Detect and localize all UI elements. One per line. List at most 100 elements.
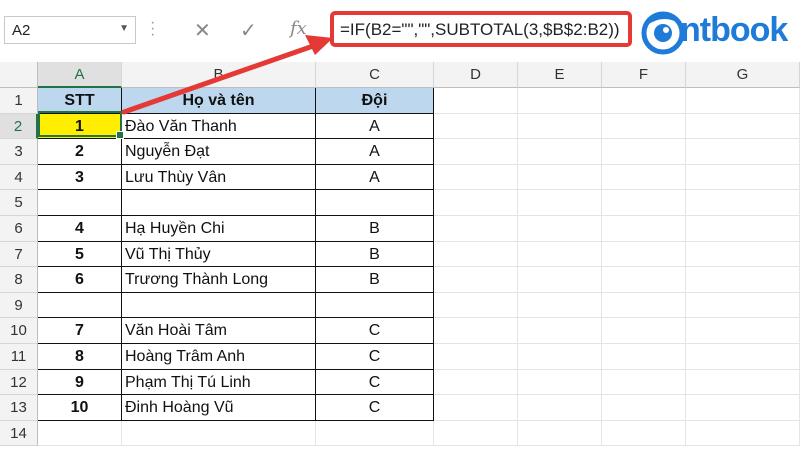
row-header-11[interactable]: 11 bbox=[0, 344, 38, 370]
cell-a8[interactable]: 6 bbox=[38, 267, 122, 293]
cell-a14[interactable] bbox=[38, 420, 122, 447]
cell-c12[interactable]: C bbox=[316, 369, 434, 396]
cell-g3[interactable] bbox=[686, 139, 800, 165]
cell-c3[interactable]: A bbox=[316, 139, 434, 165]
cell-b5[interactable] bbox=[122, 190, 316, 216]
cell-a9[interactable] bbox=[38, 292, 122, 319]
cell-g13[interactable] bbox=[686, 395, 800, 421]
cell-d2[interactable] bbox=[434, 113, 518, 140]
cell-b11[interactable]: Hoàng Trâm Anh bbox=[122, 344, 316, 370]
cell-f1[interactable] bbox=[602, 88, 686, 114]
cell-f8[interactable] bbox=[602, 267, 686, 293]
cell-a13[interactable]: 10 bbox=[38, 395, 122, 421]
cell-e7[interactable] bbox=[518, 241, 602, 268]
row-header-6[interactable]: 6 bbox=[0, 216, 38, 242]
cell-a11[interactable]: 8 bbox=[38, 344, 122, 370]
cell-c1[interactable]: Đội bbox=[316, 88, 434, 114]
cell-d9[interactable] bbox=[434, 292, 518, 319]
chevron-down-icon[interactable]: ▼ bbox=[119, 23, 129, 34]
cell-c10[interactable]: C bbox=[316, 318, 434, 344]
cell-d11[interactable] bbox=[434, 344, 518, 370]
cell-e8[interactable] bbox=[518, 267, 602, 293]
cell-e5[interactable] bbox=[518, 190, 602, 216]
cell-g12[interactable] bbox=[686, 369, 800, 396]
cell-c8[interactable]: B bbox=[316, 267, 434, 293]
cell-a4[interactable]: 3 bbox=[38, 164, 122, 191]
insert-function-icon[interactable]: fx bbox=[290, 18, 307, 39]
cell-g2[interactable] bbox=[686, 113, 800, 140]
cell-e12[interactable] bbox=[518, 369, 602, 396]
cell-e6[interactable] bbox=[518, 216, 602, 242]
row-header-9[interactable]: 9 bbox=[0, 292, 38, 319]
row-header-10[interactable]: 10 bbox=[0, 318, 38, 344]
cell-d1[interactable] bbox=[434, 88, 518, 114]
cell-g7[interactable] bbox=[686, 241, 800, 268]
cell-a5[interactable] bbox=[38, 190, 122, 216]
cell-b6[interactable]: Hạ Huyền Chi bbox=[122, 216, 316, 242]
cell-f7[interactable] bbox=[602, 241, 686, 268]
cell-b13[interactable]: Đinh Hoàng Vũ bbox=[122, 395, 316, 421]
cell-e4[interactable] bbox=[518, 164, 602, 191]
cell-f11[interactable] bbox=[602, 344, 686, 370]
cell-d6[interactable] bbox=[434, 216, 518, 242]
cell-c5[interactable] bbox=[316, 190, 434, 216]
row-header-2[interactable]: 2 bbox=[0, 113, 38, 140]
formula-input[interactable]: =IF(B2="","",SUBTOTAL(3,$B$2:B2)) bbox=[330, 11, 632, 47]
cell-d5[interactable] bbox=[434, 190, 518, 216]
cell-a12[interactable]: 9 bbox=[38, 369, 122, 396]
column-header-f[interactable]: F bbox=[602, 62, 686, 88]
row-header-1[interactable]: 1 bbox=[0, 88, 38, 114]
cell-g10[interactable] bbox=[686, 318, 800, 344]
column-header-c[interactable]: C bbox=[316, 62, 434, 88]
cell-f13[interactable] bbox=[602, 395, 686, 421]
row-header-14[interactable]: 14 bbox=[0, 420, 38, 447]
row-header-13[interactable]: 13 bbox=[0, 395, 38, 421]
fill-handle[interactable] bbox=[116, 131, 124, 139]
cell-f9[interactable] bbox=[602, 292, 686, 319]
select-all-corner[interactable] bbox=[0, 62, 38, 88]
cell-g1[interactable] bbox=[686, 88, 800, 114]
cell-f5[interactable] bbox=[602, 190, 686, 216]
cell-g6[interactable] bbox=[686, 216, 800, 242]
cell-b3[interactable]: Nguyễn Đạt bbox=[122, 139, 316, 165]
cell-b12[interactable]: Phạm Thị Tú Linh bbox=[122, 369, 316, 396]
cell-f6[interactable] bbox=[602, 216, 686, 242]
cell-b10[interactable]: Văn Hoài Tâm bbox=[122, 318, 316, 344]
row-header-3[interactable]: 3 bbox=[0, 139, 38, 165]
cell-g8[interactable] bbox=[686, 267, 800, 293]
row-header-8[interactable]: 8 bbox=[0, 267, 38, 293]
cell-b9[interactable] bbox=[122, 292, 316, 319]
cell-d12[interactable] bbox=[434, 369, 518, 396]
cell-b14[interactable] bbox=[122, 420, 316, 447]
cell-f3[interactable] bbox=[602, 139, 686, 165]
cell-c6[interactable]: B bbox=[316, 216, 434, 242]
row-header-5[interactable]: 5 bbox=[0, 190, 38, 216]
cell-d8[interactable] bbox=[434, 267, 518, 293]
cell-e2[interactable] bbox=[518, 113, 602, 140]
cell-g14[interactable] bbox=[686, 420, 800, 447]
cell-c9[interactable] bbox=[316, 292, 434, 319]
cell-g11[interactable] bbox=[686, 344, 800, 370]
cell-f2[interactable] bbox=[602, 113, 686, 140]
column-header-d[interactable]: D bbox=[434, 62, 518, 88]
cell-f14[interactable] bbox=[602, 420, 686, 447]
cell-f12[interactable] bbox=[602, 369, 686, 396]
cell-d3[interactable] bbox=[434, 139, 518, 165]
cell-d7[interactable] bbox=[434, 241, 518, 268]
cell-g5[interactable] bbox=[686, 190, 800, 216]
column-header-e[interactable]: E bbox=[518, 62, 602, 88]
cell-g4[interactable] bbox=[686, 164, 800, 191]
cell-c11[interactable]: C bbox=[316, 344, 434, 370]
cell-e10[interactable] bbox=[518, 318, 602, 344]
cell-f10[interactable] bbox=[602, 318, 686, 344]
cell-c4[interactable]: A bbox=[316, 164, 434, 191]
cell-e1[interactable] bbox=[518, 88, 602, 114]
cell-b2[interactable]: Đào Văn Thanh bbox=[122, 113, 316, 140]
cell-b8[interactable]: Trương Thành Long bbox=[122, 267, 316, 293]
column-header-g[interactable]: G bbox=[686, 62, 800, 88]
cell-e13[interactable] bbox=[518, 395, 602, 421]
cell-g9[interactable] bbox=[686, 292, 800, 319]
enter-icon[interactable]: ✓ bbox=[240, 18, 257, 43]
cell-c14[interactable] bbox=[316, 420, 434, 447]
column-header-b[interactable]: B bbox=[122, 62, 316, 88]
